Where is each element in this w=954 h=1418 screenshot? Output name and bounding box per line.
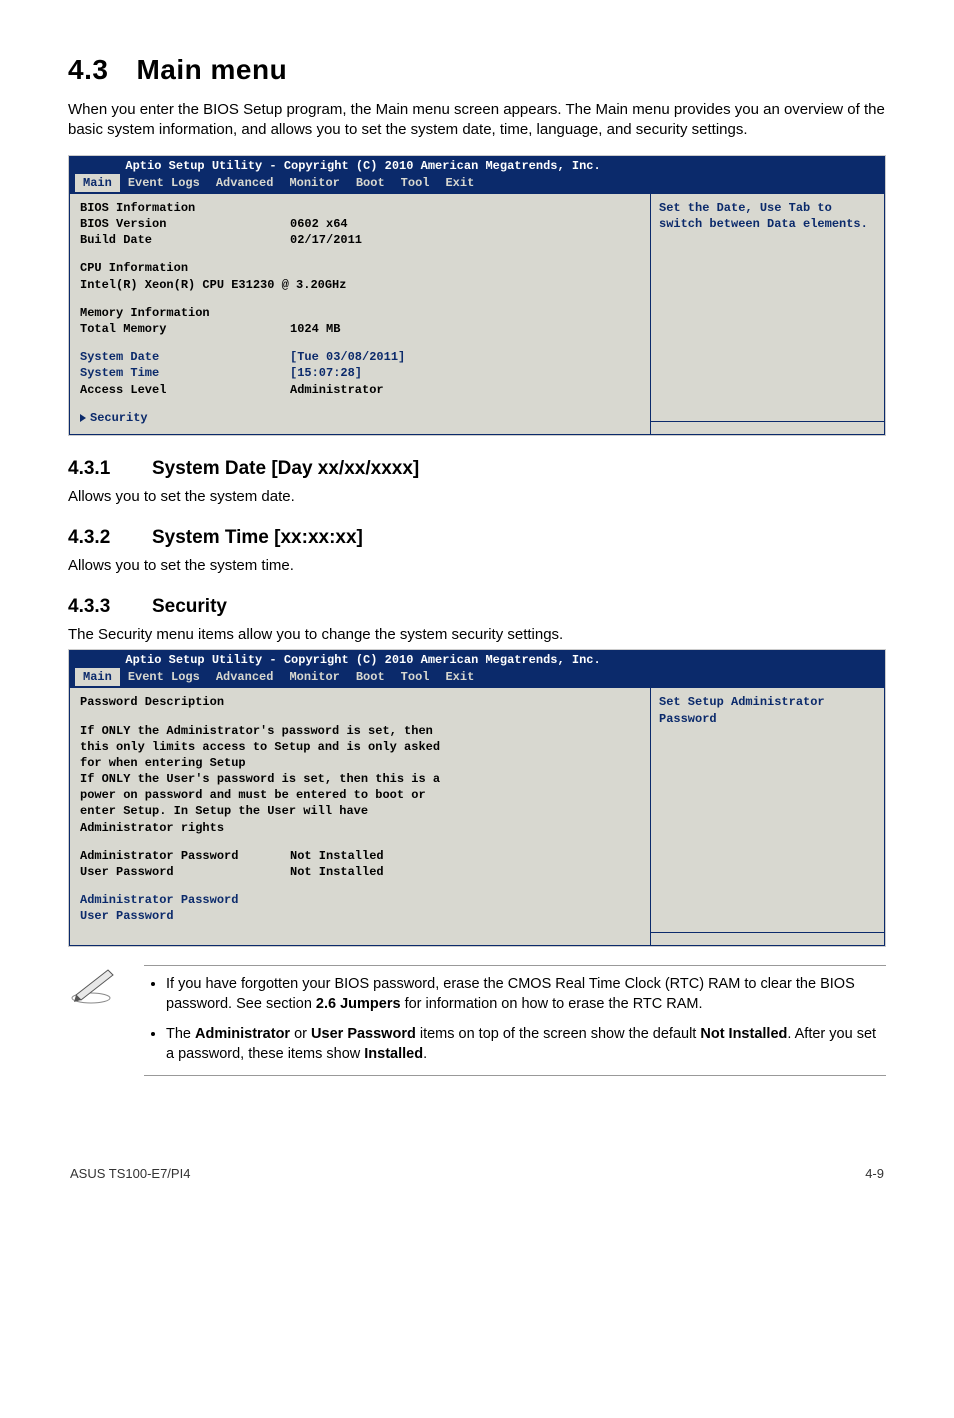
system-time-label[interactable]: System Time	[80, 365, 290, 381]
admin-password-menu-item[interactable]: Administrator Password	[80, 892, 640, 908]
note-pencil-icon	[68, 965, 120, 1011]
bios-screenshot-main: Aptio Setup Utility - Copyright (C) 2010…	[68, 155, 886, 436]
mem-info-title: Memory Information	[80, 305, 640, 321]
triangle-right-icon	[80, 414, 86, 422]
bios-tab-bar: Main Event Logs Advanced Monitor Boot To…	[69, 174, 885, 193]
note2-b1: Administrator	[195, 1026, 290, 1042]
subsection-431-title: System Date [Day xx/xx/xxxx]	[152, 458, 419, 479]
bios-tab-advanced[interactable]: Advanced	[208, 174, 282, 192]
note2-mid1: or	[290, 1026, 311, 1042]
subsection-433-text: The Security menu items allow you to cha…	[68, 626, 886, 643]
note1-bold: 2.6 Jumpers	[316, 996, 401, 1012]
security-menu-item[interactable]: Security	[80, 410, 640, 426]
user-password-value: Not Installed	[290, 864, 640, 880]
system-date-value[interactable]: [Tue 03/08/2011]	[290, 349, 640, 365]
section-intro: When you enter the BIOS Setup program, t…	[68, 100, 886, 141]
bios-main-panel: BIOS Information BIOS Version0602 x64 Bu…	[69, 193, 650, 435]
subsection-433-title: Security	[152, 596, 227, 617]
note1-text-post: for information on how to erase the RTC …	[401, 996, 703, 1012]
bios-help-panel: Set the Date, Use Tab to switch between …	[650, 193, 885, 435]
access-level-label: Access Level	[80, 382, 290, 398]
bios-tab-monitor[interactable]: Monitor	[281, 174, 347, 192]
bios2-tab-advanced[interactable]: Advanced	[208, 668, 282, 686]
bios2-tab-monitor[interactable]: Monitor	[281, 668, 347, 686]
total-memory-value: 1024 MB	[290, 321, 640, 337]
system-time-value[interactable]: [15:07:28]	[290, 365, 640, 381]
section-number: 4.3	[68, 54, 108, 86]
bios-info-title: BIOS Information	[80, 200, 640, 216]
subsection-432-title: System Time [xx:xx:xx]	[152, 527, 363, 548]
subsection-431-num: 4.3.1	[68, 458, 152, 480]
note-content: If you have forgotten your BIOS password…	[144, 965, 886, 1076]
subsection-433-num: 4.3.3	[68, 596, 152, 618]
section-title-text: Main menu	[136, 54, 287, 85]
page-footer: ASUS TS100-E7/PI4 4-9	[68, 1166, 886, 1181]
total-memory-label: Total Memory	[80, 321, 290, 337]
bios2-tab-main[interactable]: Main	[75, 668, 120, 686]
section-heading: 4.3 Main menu	[68, 54, 886, 86]
user-password-menu-item[interactable]: User Password	[80, 908, 640, 924]
security-menu-label: Security	[90, 411, 148, 425]
bios-screenshot-security: Aptio Setup Utility - Copyright (C) 2010…	[68, 649, 886, 947]
subsection-431: 4.3.1System Date [Day xx/xx/xxxx]	[68, 458, 886, 480]
bios-tab-boot[interactable]: Boot	[348, 174, 393, 192]
cpu-model: Intel(R) Xeon(R) CPU E31230 @ 3.20GHz	[80, 277, 640, 293]
subsection-432-num: 4.3.2	[68, 527, 152, 549]
bios2-tab-bar: Main Event Logs Advanced Monitor Boot To…	[69, 668, 885, 687]
bios2-help-panel: Set Setup Administrator Password	[650, 687, 885, 945]
note2-b2: User Password	[311, 1026, 416, 1042]
bios2-tab-exit[interactable]: Exit	[437, 668, 482, 686]
subsection-432-text: Allows you to set the system time.	[68, 557, 886, 574]
note-box: If you have forgotten your BIOS password…	[68, 965, 886, 1076]
note2-post: .	[423, 1046, 427, 1062]
user-password-label: User Password	[80, 864, 290, 880]
admin-password-label: Administrator Password	[80, 848, 290, 864]
note2-b3: Not Installed	[700, 1026, 787, 1042]
build-date-value: 02/17/2011	[290, 232, 640, 248]
admin-password-value: Not Installed	[290, 848, 640, 864]
footer-right: 4-9	[865, 1166, 884, 1181]
subsection-432: 4.3.2System Time [xx:xx:xx]	[68, 527, 886, 549]
system-date-label[interactable]: System Date	[80, 349, 290, 365]
bios-tab-tool[interactable]: Tool	[393, 174, 438, 192]
password-description-title: Password Description	[80, 694, 640, 710]
password-description-text: If ONLY the Administrator's password is …	[80, 723, 460, 836]
bios-header: Aptio Setup Utility - Copyright (C) 2010…	[69, 156, 885, 174]
bios-version-value: 0602 x64	[290, 216, 640, 232]
bios2-help-text: Set Setup Administrator Password	[659, 694, 876, 927]
bios2-tab-eventlogs[interactable]: Event Logs	[120, 668, 208, 686]
subsection-433: 4.3.3Security	[68, 596, 886, 618]
subsection-431-text: Allows you to set the system date.	[68, 488, 886, 505]
bios2-keys-box	[651, 932, 884, 945]
note2-mid2: items on top of the screen show the defa…	[416, 1026, 701, 1042]
note2-b4: Installed	[364, 1046, 423, 1062]
note2-pre: The	[166, 1026, 195, 1042]
bios2-tab-tool[interactable]: Tool	[393, 668, 438, 686]
note-item-1: If you have forgotten your BIOS password…	[166, 974, 882, 1015]
note-item-2: The Administrator or User Password items…	[166, 1024, 882, 1065]
footer-left: ASUS TS100-E7/PI4	[70, 1166, 190, 1181]
bios2-main-panel: Password Description If ONLY the Adminis…	[69, 687, 650, 945]
access-level-value: Administrator	[290, 382, 640, 398]
cpu-info-title: CPU Information	[80, 260, 640, 276]
bios2-header: Aptio Setup Utility - Copyright (C) 2010…	[69, 650, 885, 668]
bios-tab-main[interactable]: Main	[75, 174, 120, 192]
bios-keys-box	[651, 421, 884, 434]
build-date-label: Build Date	[80, 232, 290, 248]
bios2-tab-boot[interactable]: Boot	[348, 668, 393, 686]
bios-tab-eventlogs[interactable]: Event Logs	[120, 174, 208, 192]
bios-version-label: BIOS Version	[80, 216, 290, 232]
bios-help-text: Set the Date, Use Tab to switch between …	[659, 200, 876, 417]
bios-tab-exit[interactable]: Exit	[437, 174, 482, 192]
